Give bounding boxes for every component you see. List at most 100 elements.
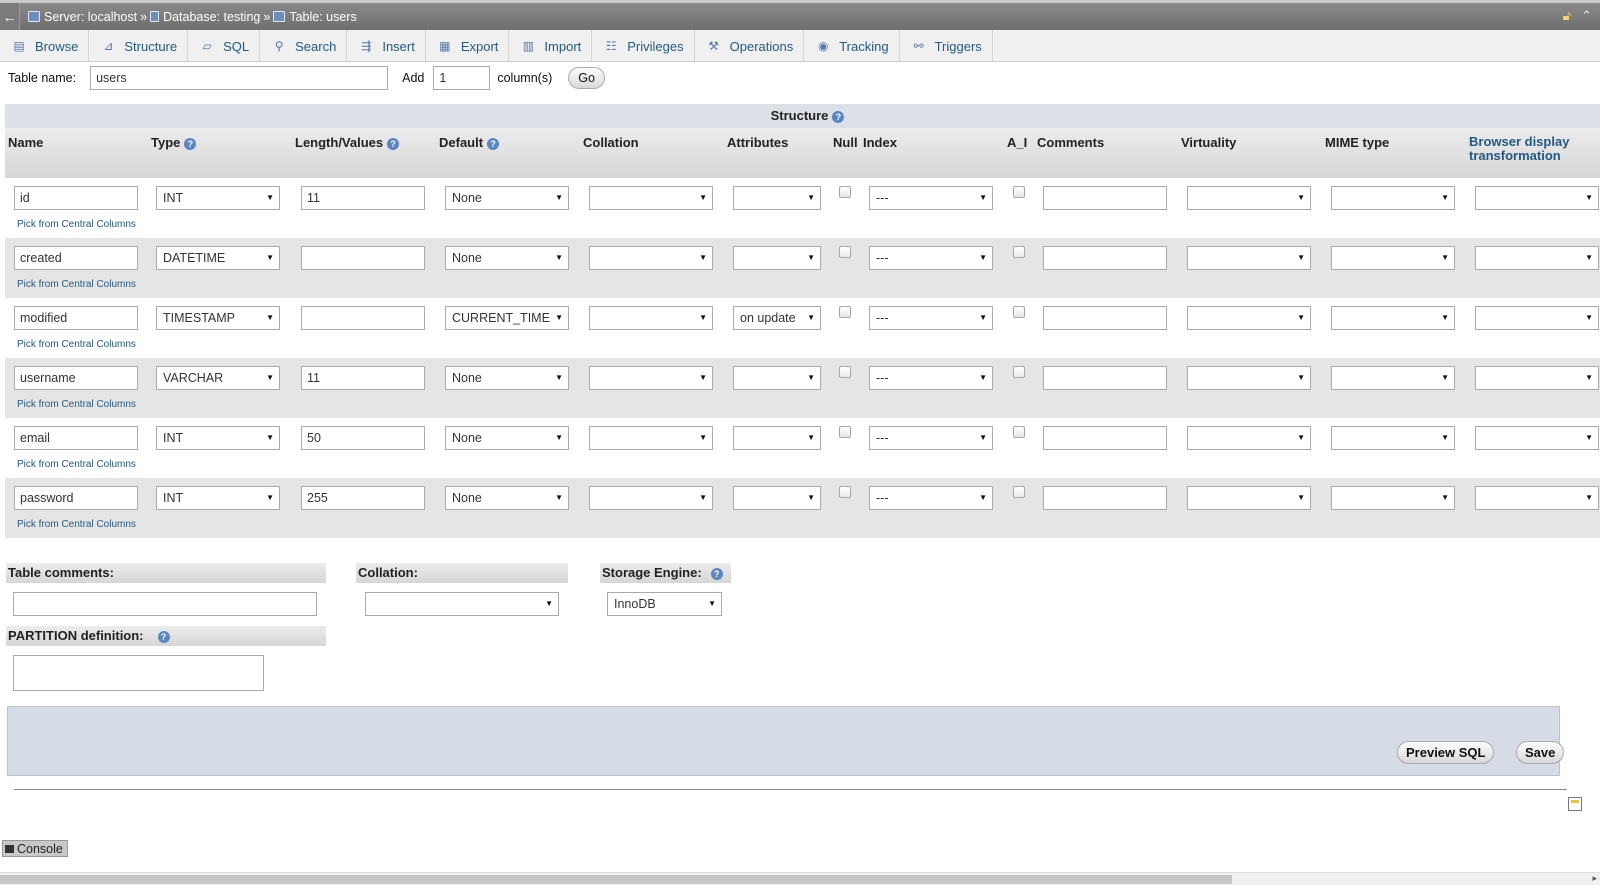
preview-sql-button[interactable]: Preview SQL	[1397, 741, 1495, 764]
null-checkbox[interactable]	[839, 486, 851, 498]
table-comments-input[interactable]	[13, 592, 317, 616]
scrollbar-thumb[interactable]	[0, 875, 1232, 884]
storage-engine-select[interactable]: InnoDB	[607, 592, 722, 616]
mime-type-select[interactable]	[1331, 246, 1455, 270]
console-button[interactable]: Console	[2, 840, 68, 857]
ai-checkbox[interactable]	[1013, 486, 1025, 498]
comments-input[interactable]	[1043, 486, 1167, 510]
length-input[interactable]	[301, 366, 425, 390]
null-checkbox[interactable]	[839, 366, 851, 378]
header-browser-display[interactable]: Browser display transformation	[1469, 135, 1569, 163]
default-select[interactable]: None	[445, 426, 569, 450]
ai-checkbox[interactable]	[1013, 186, 1025, 198]
attributes-select[interactable]	[733, 486, 821, 510]
help-icon[interactable]: ?	[487, 137, 500, 150]
collation-select[interactable]	[589, 306, 713, 330]
null-checkbox[interactable]	[839, 426, 851, 438]
length-input[interactable]	[301, 426, 425, 450]
pick-central-columns-link[interactable]: Pick from Central Columns	[17, 339, 136, 350]
index-select[interactable]: ---	[869, 186, 993, 210]
add-columns-input[interactable]	[433, 66, 491, 90]
help-icon[interactable]: ?	[832, 110, 845, 123]
index-select[interactable]: ---	[869, 486, 993, 510]
length-input[interactable]	[301, 246, 425, 270]
back-arrow-icon[interactable]: ←	[0, 3, 20, 30]
breadcrumb-table[interactable]: Table: users	[289, 10, 356, 24]
collation-select[interactable]	[589, 426, 713, 450]
tab-tracking[interactable]: ◉ Tracking	[804, 30, 900, 62]
browser-transformation-select[interactable]	[1475, 486, 1599, 510]
type-select[interactable]: DATETIME	[156, 246, 280, 270]
browser-transformation-select[interactable]	[1475, 306, 1599, 330]
index-select[interactable]: ---	[869, 306, 993, 330]
collation-select[interactable]	[589, 246, 713, 270]
null-checkbox[interactable]	[839, 246, 851, 258]
virtuality-select[interactable]	[1187, 486, 1311, 510]
ai-checkbox[interactable]	[1013, 426, 1025, 438]
collation-select[interactable]	[589, 366, 713, 390]
ai-checkbox[interactable]	[1013, 306, 1025, 318]
horizontal-scrollbar[interactable]: ▸	[0, 872, 1600, 885]
partition-definition-textarea[interactable]	[13, 655, 264, 691]
comments-input[interactable]	[1043, 426, 1167, 450]
index-select[interactable]: ---	[869, 366, 993, 390]
help-icon[interactable]: ?	[157, 630, 170, 643]
column-name-input[interactable]	[14, 366, 138, 390]
pick-central-columns-link[interactable]: Pick from Central Columns	[17, 279, 136, 290]
collapse-icon[interactable]: ⌃	[1581, 8, 1592, 24]
table-name-input[interactable]	[90, 66, 389, 90]
browser-transformation-select[interactable]	[1475, 366, 1599, 390]
attributes-select[interactable]	[733, 426, 821, 450]
tab-triggers[interactable]: ⚯ Triggers	[900, 30, 993, 62]
length-input[interactable]	[301, 486, 425, 510]
column-name-input[interactable]	[14, 426, 138, 450]
breadcrumb-server[interactable]: Server: localhost	[44, 10, 137, 24]
default-select[interactable]: None	[445, 186, 569, 210]
tab-export[interactable]: ▦ Export	[426, 30, 510, 62]
index-select[interactable]: ---	[869, 246, 993, 270]
attributes-select[interactable]	[733, 186, 821, 210]
browser-transformation-select[interactable]	[1475, 246, 1599, 270]
type-select[interactable]: INT	[156, 426, 280, 450]
default-select[interactable]: None	[445, 486, 569, 510]
breadcrumb-database[interactable]: Database: testing	[163, 10, 260, 24]
tab-search[interactable]: ⚲ Search	[260, 30, 348, 62]
type-select[interactable]: INT	[156, 186, 280, 210]
mime-type-select[interactable]	[1331, 186, 1455, 210]
help-icon[interactable]: ?	[710, 567, 723, 580]
collation-select[interactable]	[589, 486, 713, 510]
pick-central-columns-link[interactable]: Pick from Central Columns	[17, 399, 136, 410]
comments-input[interactable]	[1043, 186, 1167, 210]
ai-checkbox[interactable]	[1013, 366, 1025, 378]
virtuality-select[interactable]	[1187, 186, 1311, 210]
mime-type-select[interactable]	[1331, 426, 1455, 450]
attributes-select[interactable]	[733, 366, 821, 390]
collation-select[interactable]	[589, 186, 713, 210]
ai-checkbox[interactable]	[1013, 246, 1025, 258]
column-name-input[interactable]	[14, 486, 138, 510]
virtuality-select[interactable]	[1187, 246, 1311, 270]
column-name-input[interactable]	[14, 246, 138, 270]
comments-input[interactable]	[1043, 306, 1167, 330]
default-select[interactable]: CURRENT_TIME	[445, 306, 569, 330]
mime-type-select[interactable]	[1331, 366, 1455, 390]
mime-type-select[interactable]	[1331, 306, 1455, 330]
pick-central-columns-link[interactable]: Pick from Central Columns	[17, 519, 136, 530]
table-collation-select[interactable]	[365, 592, 559, 616]
column-name-input[interactable]	[14, 186, 138, 210]
edit-icon[interactable]	[1568, 797, 1582, 811]
null-checkbox[interactable]	[839, 306, 851, 318]
tab-browse[interactable]: ▤ Browse	[0, 30, 90, 62]
go-button[interactable]: Go	[568, 67, 605, 89]
virtuality-select[interactable]	[1187, 366, 1311, 390]
mime-type-select[interactable]	[1331, 486, 1455, 510]
tab-insert[interactable]: ⇶ Insert	[347, 30, 426, 62]
column-name-input[interactable]	[14, 306, 138, 330]
help-icon[interactable]: ?	[387, 137, 400, 150]
type-select[interactable]: VARCHAR	[156, 366, 280, 390]
default-select[interactable]: None	[445, 246, 569, 270]
type-select[interactable]: INT	[156, 486, 280, 510]
tab-sql[interactable]: ▱ SQL	[188, 30, 261, 62]
virtuality-select[interactable]	[1187, 426, 1311, 450]
length-input[interactable]	[301, 186, 425, 210]
